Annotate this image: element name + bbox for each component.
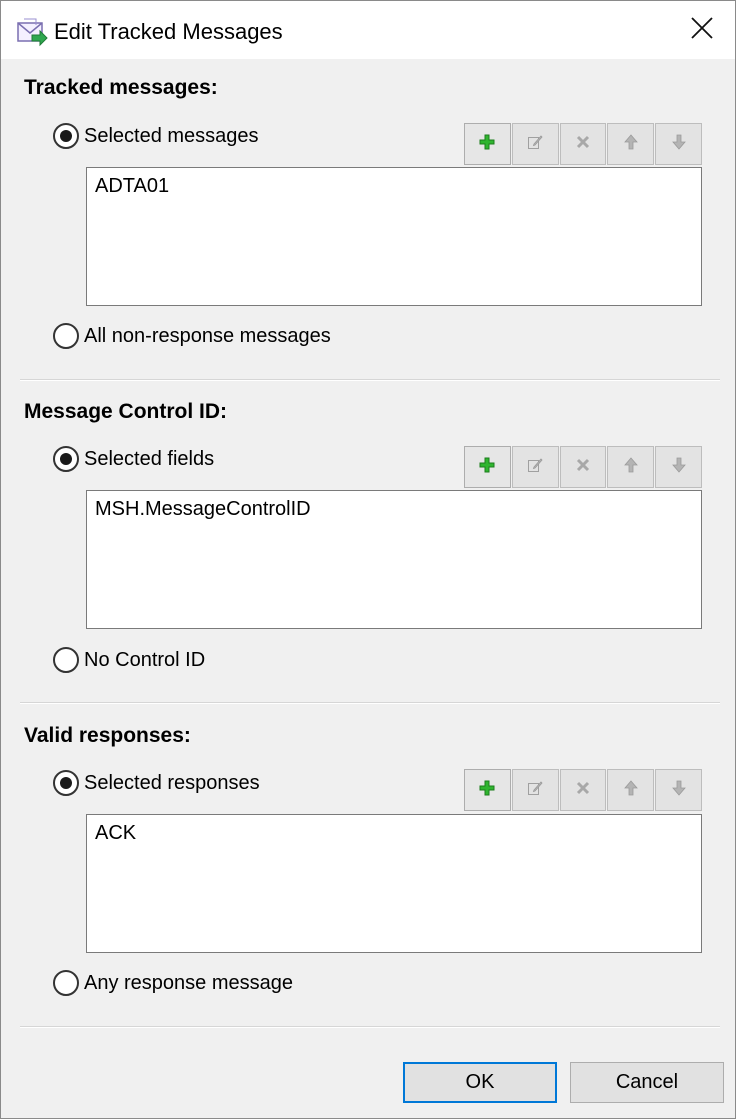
- selected-responses-radio[interactable]: Selected responses: [53, 769, 260, 797]
- envelope-icon: [16, 15, 48, 47]
- move-up-icon: [623, 456, 639, 478]
- delete-icon: [575, 134, 591, 155]
- radio-label: Selected messages: [84, 125, 259, 147]
- radio-button[interactable]: [53, 323, 79, 349]
- move-down-icon: [671, 134, 687, 155]
- all-non-response-messages-radio[interactable]: All non-response messages: [53, 322, 331, 350]
- move-up-button[interactable]: [607, 769, 655, 811]
- radio-button[interactable]: [53, 123, 79, 149]
- selected-fields-radio[interactable]: Selected fields: [53, 445, 214, 473]
- add-button[interactable]: [464, 446, 511, 488]
- add-icon: [479, 457, 495, 478]
- radio-button[interactable]: [53, 970, 79, 996]
- list-item[interactable]: ACK: [95, 820, 136, 846]
- edit-icon: [527, 457, 543, 478]
- control-id-toolbar: [464, 446, 702, 488]
- radio-button[interactable]: [53, 770, 79, 796]
- tracked-messages-list[interactable]: ADTA01: [86, 167, 702, 306]
- tracked-messages-heading: Tracked messages:: [24, 76, 218, 99]
- section-divider: [20, 1026, 720, 1028]
- radio-label: No Control ID: [84, 649, 206, 671]
- edit-button[interactable]: [511, 769, 559, 811]
- list-item[interactable]: MSH.MessageControlID: [95, 496, 311, 522]
- add-button[interactable]: [464, 123, 511, 165]
- move-up-icon: [623, 133, 639, 155]
- valid-responses-heading: Valid responses:: [24, 724, 191, 747]
- cancel-button[interactable]: Cancel: [570, 1062, 724, 1103]
- radio-label: Selected fields: [84, 448, 215, 470]
- title-bar: Edit Tracked Messages: [1, 1, 735, 59]
- edit-tracked-messages-dialog: Edit Tracked Messages Tracked messages: …: [0, 0, 736, 1119]
- radio-button[interactable]: [53, 647, 79, 673]
- section-divider: [20, 379, 720, 381]
- message-control-id-heading: Message Control ID:: [24, 400, 228, 423]
- ok-button[interactable]: OK: [403, 1062, 557, 1103]
- radio-label: All non-response messages: [84, 325, 331, 347]
- edit-button[interactable]: [511, 123, 559, 165]
- delete-icon: [575, 457, 591, 478]
- move-down-button[interactable]: [655, 769, 702, 811]
- move-down-icon: [671, 457, 687, 478]
- section-divider: [20, 702, 720, 704]
- delete-button[interactable]: [559, 446, 607, 488]
- move-up-button[interactable]: [607, 123, 655, 165]
- selected-messages-radio[interactable]: Selected messages: [53, 122, 259, 150]
- any-response-message-radio[interactable]: Any response message: [53, 969, 293, 997]
- list-item[interactable]: ADTA01: [95, 173, 169, 199]
- delete-icon: [575, 780, 591, 801]
- delete-button[interactable]: [559, 123, 607, 165]
- add-button[interactable]: [464, 769, 511, 811]
- radio-label: Any response message: [84, 972, 294, 994]
- radio-label: Selected responses: [84, 772, 260, 794]
- move-down-icon: [671, 780, 687, 801]
- edit-button[interactable]: [511, 446, 559, 488]
- close-button[interactable]: [669, 1, 735, 59]
- tracked-messages-toolbar: [464, 123, 702, 165]
- window-title: Edit Tracked Messages: [54, 19, 283, 44]
- move-up-button[interactable]: [607, 446, 655, 488]
- no-control-id-radio[interactable]: No Control ID: [53, 646, 205, 674]
- edit-icon: [527, 134, 543, 155]
- valid-responses-list[interactable]: ACK: [86, 814, 702, 953]
- move-down-button[interactable]: [655, 123, 702, 165]
- move-up-icon: [623, 779, 639, 801]
- delete-button[interactable]: [559, 769, 607, 811]
- control-id-fields-list[interactable]: MSH.MessageControlID: [86, 490, 702, 629]
- close-icon: [691, 16, 713, 44]
- move-down-button[interactable]: [655, 446, 702, 488]
- add-icon: [479, 134, 495, 155]
- add-icon: [479, 780, 495, 801]
- radio-button[interactable]: [53, 446, 79, 472]
- edit-icon: [527, 780, 543, 801]
- valid-responses-toolbar: [464, 769, 702, 811]
